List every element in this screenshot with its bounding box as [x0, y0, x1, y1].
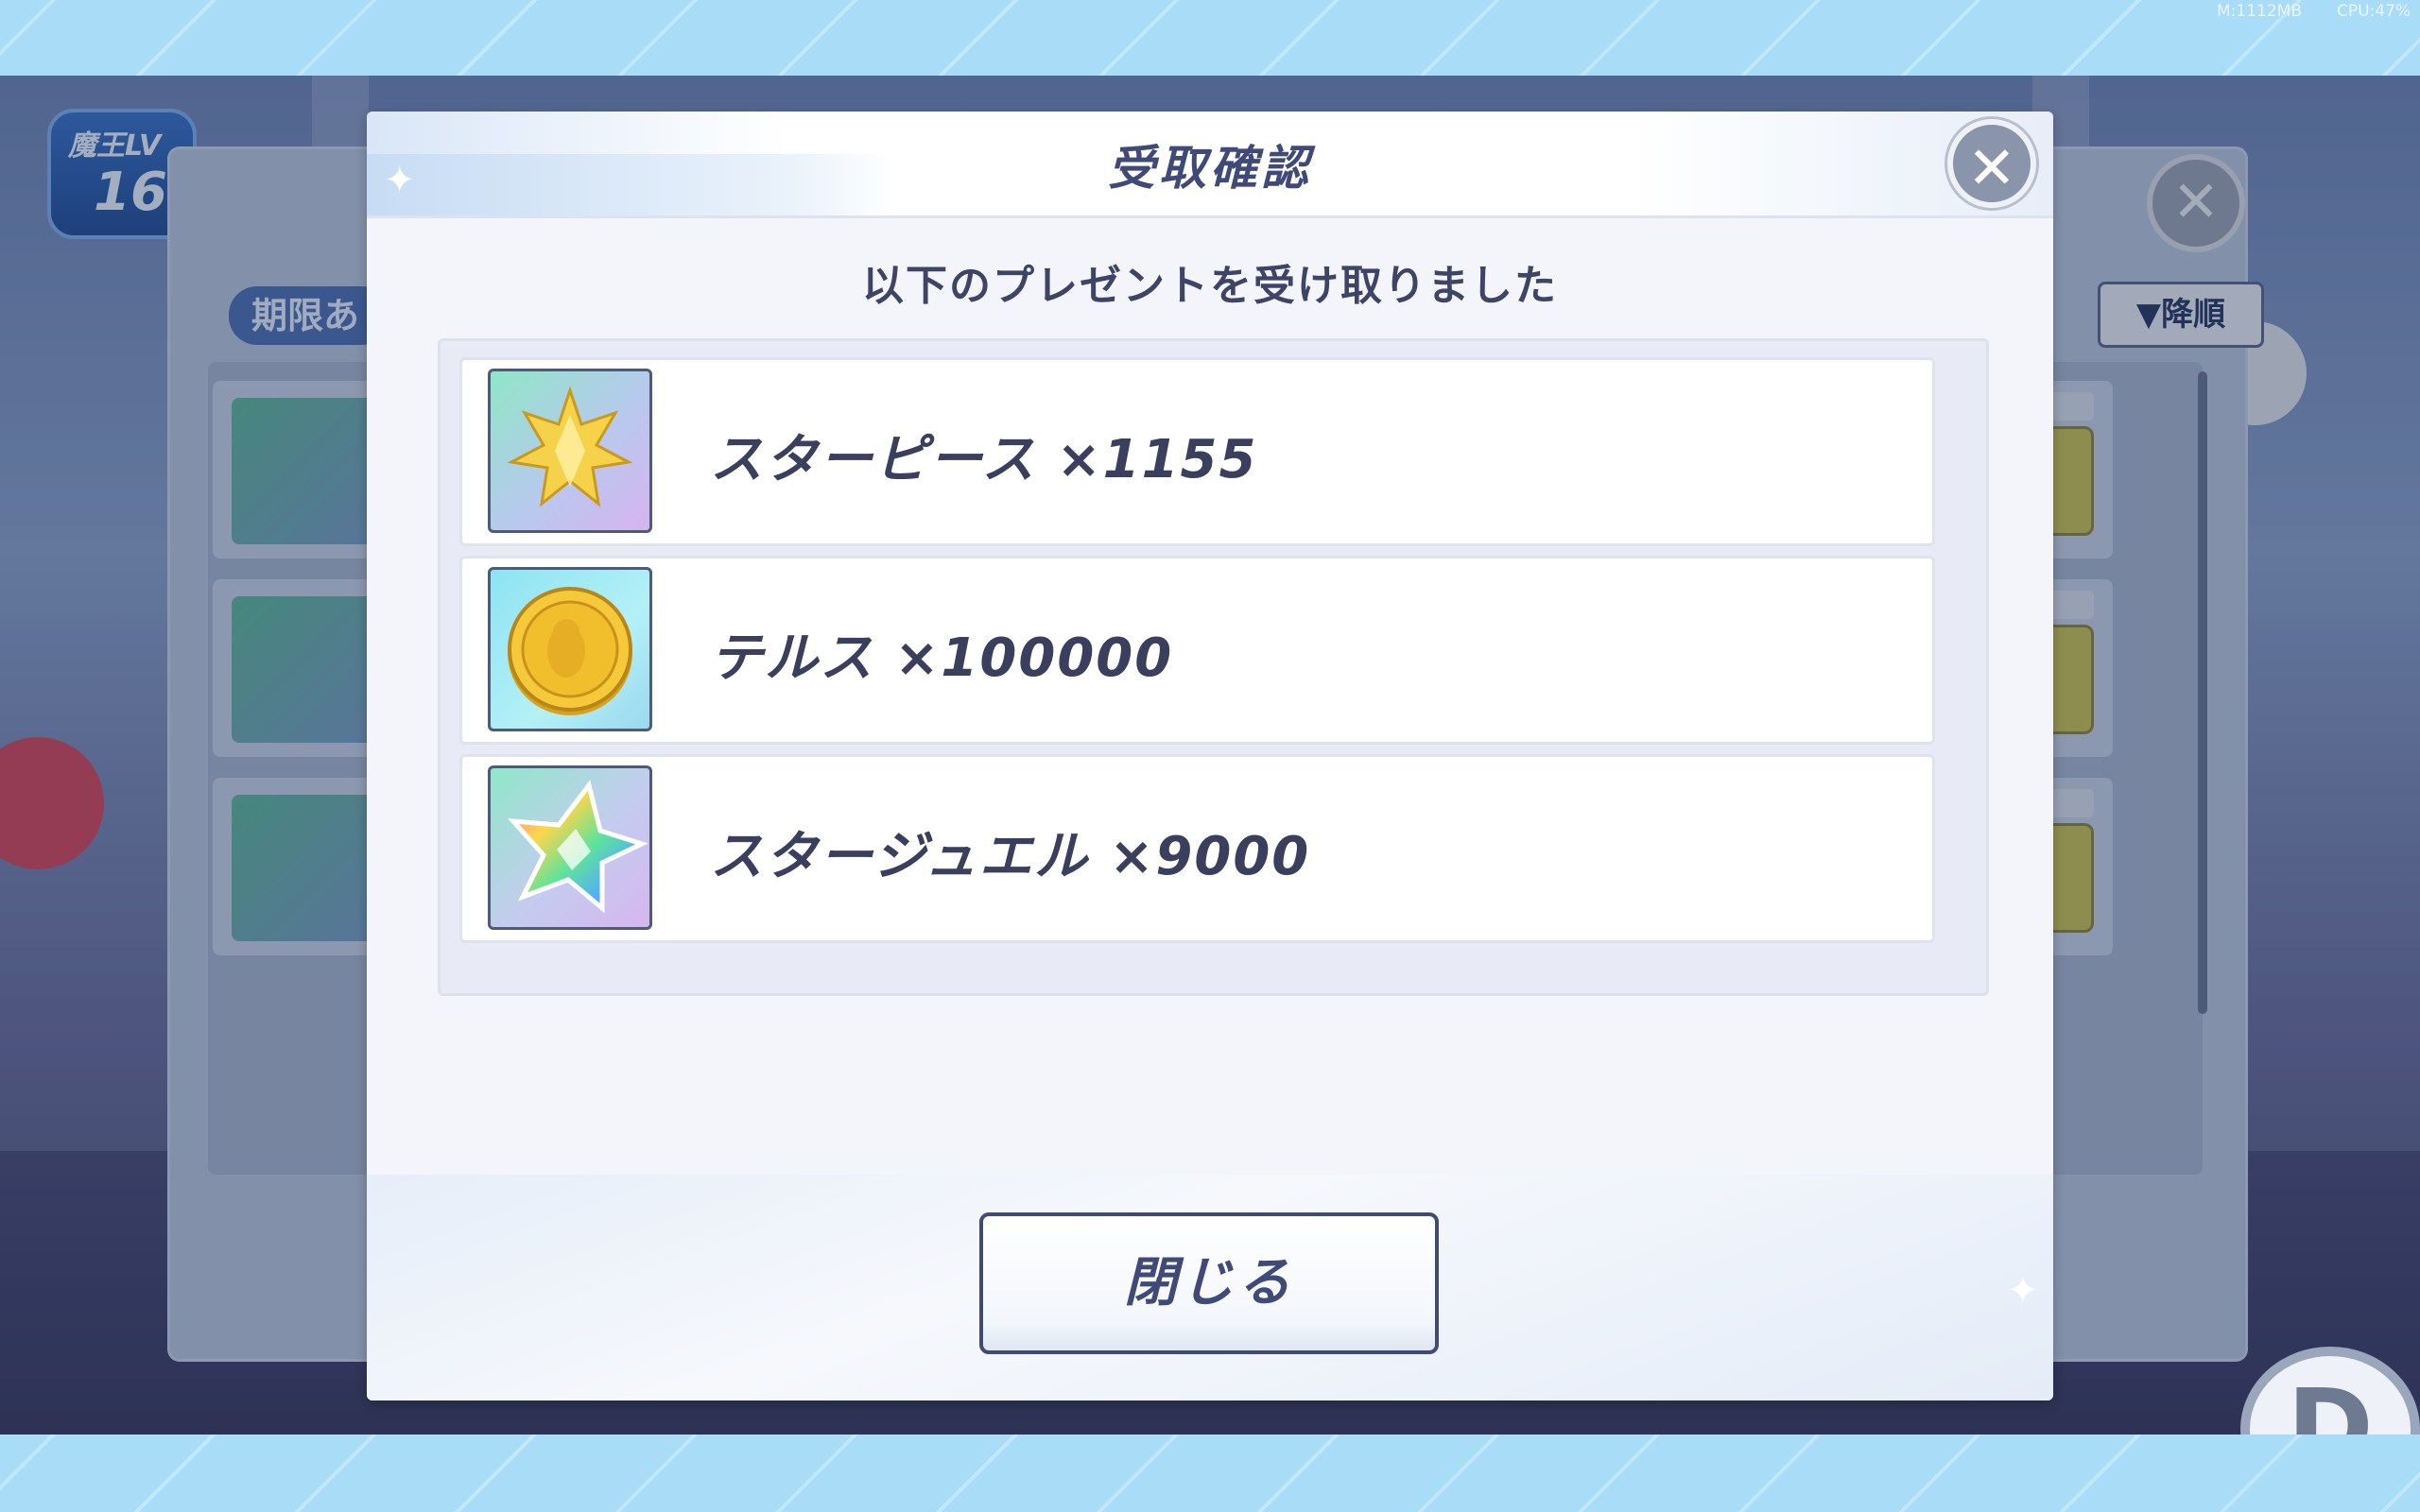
receipt-confirm-dialog: ✦ 受取確認 ✕ 以下のプレゼントを受け取りました スターピース ×1155 テ…: [367, 112, 2053, 1400]
sparkle-icon: ✦: [2007, 1269, 2039, 1313]
dialog-title: 受取確認: [1108, 141, 1312, 196]
item-quantity: ×100000: [894, 627, 1174, 689]
item-label: スターピース ×1155: [710, 417, 1257, 493]
star-piece-icon: [488, 369, 652, 533]
memory-readout: M:1112MB: [2217, 2, 2302, 21]
dialog-header: ✦ 受取確認: [367, 112, 2053, 218]
item-quantity: ×9000: [1109, 826, 1311, 887]
item-name: スターピース: [710, 429, 1037, 490]
dialog-subtitle: 以下のプレゼントを受け取りました: [862, 262, 1558, 310]
received-item: スタージュエル ×9000: [459, 754, 1935, 943]
item-name: テルス: [710, 627, 874, 689]
item-name: スタージュエル: [710, 826, 1089, 887]
item-quantity: ×1155: [1056, 429, 1258, 490]
received-item: テルス ×100000: [459, 556, 1935, 745]
item-label: テルス ×100000: [710, 615, 1173, 692]
cpu-readout: CPU:47%: [2337, 2, 2411, 21]
received-items-list: スターピース ×1155 テルス ×100000 スタージュエル ×9000: [438, 338, 1989, 996]
close-icon[interactable]: ✕: [1947, 119, 2036, 208]
rainbow-star-jewel-icon: [488, 765, 652, 930]
gold-coin-icon: [488, 567, 652, 731]
close-button[interactable]: 閉じる: [979, 1212, 1439, 1354]
received-item: スターピース ×1155: [459, 357, 1935, 546]
item-label: スタージュエル ×9000: [710, 814, 1310, 890]
top-band: M:1112MB CPU:47%: [0, 0, 2420, 76]
bottom-band: [0, 1435, 2420, 1512]
